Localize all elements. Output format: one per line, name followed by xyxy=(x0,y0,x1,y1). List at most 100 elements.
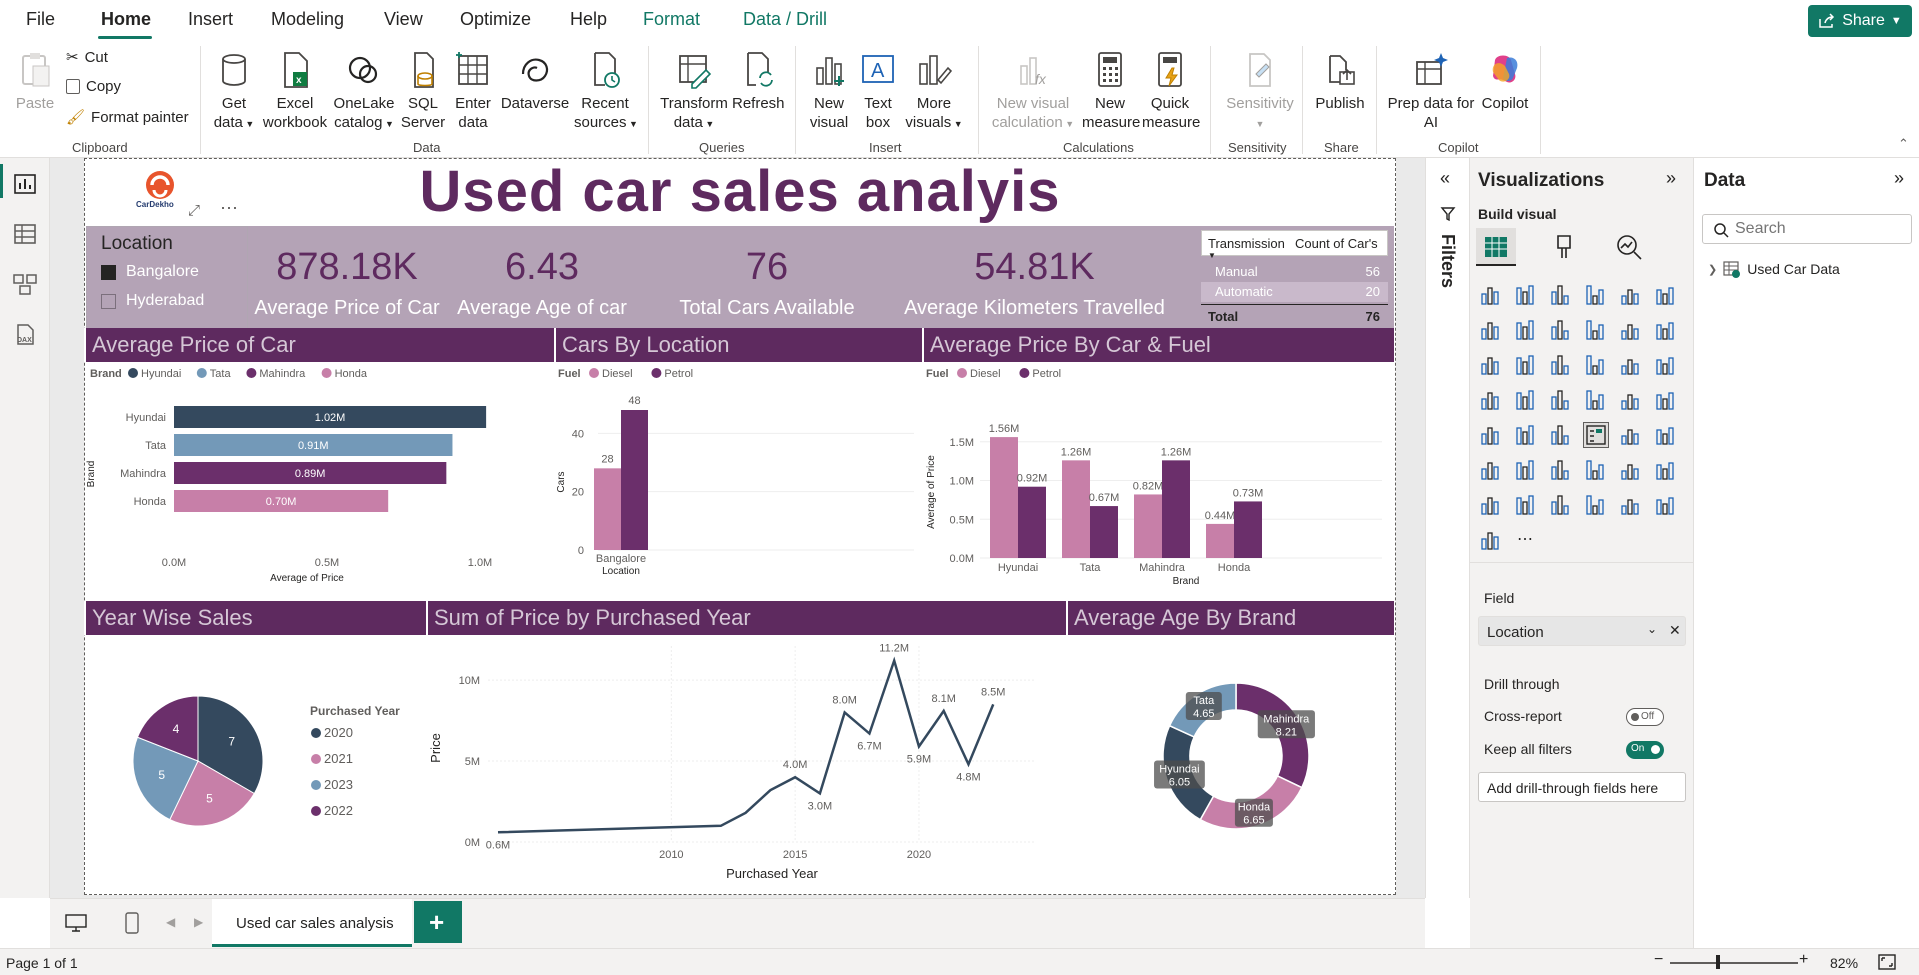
menu-help[interactable]: Help xyxy=(570,9,607,30)
field-well-location[interactable]: Location ⌄ ✕ xyxy=(1478,616,1686,646)
paginated-visual-icon[interactable] xyxy=(1478,492,1504,518)
cars-by-location-chart[interactable]: Fuel Diesel Petrol 0 20 40 28 48 BangaloreLocati… xyxy=(554,362,924,598)
menu-modeling[interactable]: Modeling xyxy=(271,9,344,30)
filled-map-visual-icon[interactable] xyxy=(1548,387,1574,413)
copilot-button[interactable]: Copilot xyxy=(1474,50,1536,113)
menu-file[interactable]: File xyxy=(26,9,55,30)
avg-age-brand-chart[interactable]: Mahindra8.21 Honda6.65 Hyundai6.05 Tata4.65 xyxy=(1066,636,1394,892)
clustered-column-visual-icon[interactable] xyxy=(1583,282,1609,308)
pie-visual-icon[interactable] xyxy=(1618,352,1644,378)
menu-format[interactable]: Format xyxy=(643,9,700,30)
get-data-button[interactable]: Get data ▼ xyxy=(208,50,260,134)
menu-insert[interactable]: Insert xyxy=(188,9,233,30)
power-apps-visual-icon[interactable] xyxy=(1583,492,1609,518)
build-visual-tab[interactable] xyxy=(1476,228,1516,266)
treemap-visual-icon[interactable] xyxy=(1478,387,1504,413)
share-button[interactable]: Share ▼ xyxy=(1808,5,1912,37)
menu-view[interactable]: View xyxy=(384,9,423,30)
shape-map-visual-icon[interactable] xyxy=(1583,387,1609,413)
sql-server-button[interactable]: SQL Server xyxy=(400,50,446,132)
analytics-tab-icon[interactable] xyxy=(1614,232,1644,262)
more-visuals-button[interactable]: More visuals ▼ xyxy=(904,50,964,134)
more-visual-icon[interactable]: ⋯ xyxy=(1513,527,1539,553)
keep-filters-toggle[interactable]: On xyxy=(1626,741,1664,759)
quick-measure-button[interactable]: Quick measure xyxy=(1142,50,1200,132)
get-more-visual-icon[interactable] xyxy=(1478,527,1504,553)
onelake-catalog-button[interactable]: OneLake catalog ▼ xyxy=(332,50,396,134)
new-visual-button[interactable]: New visual xyxy=(804,50,854,132)
zoom-out-icon[interactable]: − xyxy=(1654,951,1663,969)
page-tab-active[interactable]: Used car sales analysis xyxy=(212,899,412,947)
data-search-input[interactable] xyxy=(1735,219,1905,239)
close-icon[interactable]: ✕ xyxy=(1669,622,1681,639)
mobile-layout-icon[interactable] xyxy=(124,911,140,935)
zoom-slider-thumb[interactable] xyxy=(1716,955,1720,969)
text-box-button[interactable]: A Text box xyxy=(856,50,900,132)
menu-home[interactable]: Home xyxy=(101,9,151,30)
multi-row-card-visual-icon[interactable] xyxy=(1513,422,1539,448)
year-wise-sales-chart[interactable]: 7 5 5 4 Purchased Year 2020 2021 2023 2022 xyxy=(84,636,426,892)
dataverse-visual-visual-icon[interactable] xyxy=(1653,492,1679,518)
line-stacked-column-visual-icon[interactable] xyxy=(1618,317,1644,343)
menu-optimize[interactable]: Optimize xyxy=(460,9,531,30)
paste-button[interactable]: Paste xyxy=(14,50,56,113)
next-page-icon[interactable]: ▶ xyxy=(194,915,203,929)
area-visual-icon[interactable] xyxy=(1513,317,1539,343)
sensitivity-button[interactable]: Sensitivity ▼ xyxy=(1220,50,1300,134)
format-painter-button[interactable]: 🖌 Format painter xyxy=(66,108,189,127)
qa-visual-icon[interactable] xyxy=(1618,457,1644,483)
zoom-slider-track[interactable] xyxy=(1670,962,1798,964)
cut-button[interactable]: ✂ Cut xyxy=(66,48,108,67)
azure-map-visual-icon[interactable] xyxy=(1618,387,1644,413)
new-measure-button[interactable]: New measure xyxy=(1082,50,1140,132)
stacked-column-visual-icon[interactable] xyxy=(1513,282,1539,308)
sum-price-year-chart[interactable]: 0M 5M 10M 2010 2015 2020 0.6M 4.0M 3.0M 8.0M 6.7M 1… xyxy=(426,636,1066,892)
collapse-pane-icon[interactable]: » xyxy=(1666,168,1676,189)
funnel-visual-icon[interactable] xyxy=(1548,352,1574,378)
r-script-visual-icon[interactable] xyxy=(1478,457,1504,483)
add-drill-through-field[interactable]: Add drill-through fields here xyxy=(1478,772,1686,802)
scatter-visual-icon[interactable] xyxy=(1583,352,1609,378)
location-slicer[interactable]: Location Bangalore Hyderabad xyxy=(86,226,248,330)
map-visual-icon[interactable] xyxy=(1513,387,1539,413)
table-header[interactable]: Transmission xyxy=(1208,236,1285,251)
kpi-visual-icon[interactable] xyxy=(1548,422,1574,448)
matrix-visual-icon[interactable] xyxy=(1653,422,1679,448)
line-clustered-column-visual-icon[interactable] xyxy=(1653,317,1679,343)
fit-to-page-icon[interactable] xyxy=(1878,954,1896,970)
chevron-right-icon[interactable]: ❯ xyxy=(1708,263,1717,276)
smart-narrative-visual-icon[interactable] xyxy=(1653,457,1679,483)
avg-price-car-chart[interactable]: Brand Hyundai Tata Mahindra Honda Hyundai 1.02… xyxy=(84,362,554,598)
gauge-visual-icon[interactable] xyxy=(1653,387,1679,413)
recent-sources-button[interactable]: Recent sources ▼ xyxy=(574,50,638,134)
table-header[interactable]: Count of Car's xyxy=(1295,236,1378,251)
avg-price-car-fuel-chart[interactable]: Fuel Diesel Petrol 0.0M 0.5M 1.0M 1.5M 1.56M 0.9… xyxy=(922,362,1394,598)
publish-button[interactable]: Publish xyxy=(1310,50,1370,113)
table-view-icon[interactable] xyxy=(12,222,38,246)
ribbon-visual-icon[interactable] xyxy=(1478,352,1504,378)
slicer-item-bangalore[interactable]: Bangalore xyxy=(101,263,199,281)
dax-query-view-icon[interactable]: DAX xyxy=(12,322,38,346)
collapse-pane-icon[interactable]: » xyxy=(1894,168,1904,189)
format-visual-tab-icon[interactable] xyxy=(1552,232,1582,262)
key-influencers-visual-icon[interactable] xyxy=(1548,457,1574,483)
slicer-item-hyderabad[interactable]: Hyderabad xyxy=(101,292,204,310)
decomposition-tree-visual-icon[interactable] xyxy=(1583,457,1609,483)
prev-page-icon[interactable]: ◀ xyxy=(166,915,175,929)
card-visual-icon[interactable] xyxy=(1478,422,1504,448)
add-page-button[interactable]: + xyxy=(414,901,462,943)
stacked-bar-visual-icon[interactable] xyxy=(1478,282,1504,308)
prep-data-ai-button[interactable]: Prep data for AI xyxy=(1386,50,1476,132)
desktop-layout-icon[interactable] xyxy=(64,913,88,933)
100-column-visual-icon[interactable] xyxy=(1653,282,1679,308)
transform-data-button[interactable]: Transform data ▼ xyxy=(658,50,730,134)
expand-filters-icon[interactable]: « xyxy=(1440,168,1450,189)
filters-pane-collapsed[interactable]: « Filters xyxy=(1425,158,1470,898)
waterfall-visual-icon[interactable] xyxy=(1513,352,1539,378)
narrative-visual-icon[interactable] xyxy=(1548,492,1574,518)
refresh-button[interactable]: Refresh xyxy=(732,50,785,113)
model-view-icon[interactable] xyxy=(12,272,38,296)
power-automate-visual-icon[interactable] xyxy=(1618,492,1644,518)
excel-workbook-button[interactable]: x Excel workbook xyxy=(262,50,328,132)
metrics-visual-icon[interactable] xyxy=(1513,492,1539,518)
